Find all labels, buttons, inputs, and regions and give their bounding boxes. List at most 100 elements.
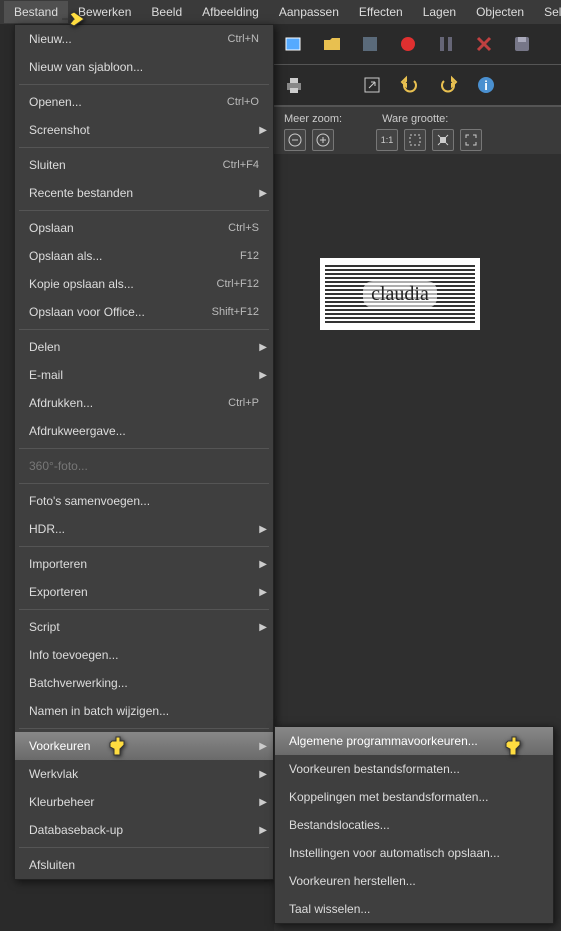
menu-item-shortcut: Ctrl+S (228, 222, 259, 234)
menu-item[interactable]: Afdrukken...Ctrl+P (15, 389, 273, 417)
chevron-right-icon: ▶ (259, 188, 267, 199)
menu-item-label: Batchverwerking... (29, 676, 128, 690)
canvas-logo-text: claudia (363, 281, 437, 308)
zoom-full-icon[interactable] (460, 129, 482, 151)
menu-separator (19, 847, 269, 848)
submenu-item-label: Algemene programmavoorkeuren... (289, 734, 478, 748)
menubar-item-afbeelding[interactable]: Afbeelding (192, 1, 269, 23)
menu-item[interactable]: Recente bestanden ▶ (15, 179, 273, 207)
zoom-actual-icon[interactable] (432, 129, 454, 151)
menubar-item-bewerken[interactable]: Bewerken (68, 1, 141, 23)
menu-item-shortcut: Ctrl+F12 (217, 278, 260, 290)
menu-item-label: Opslaan als... (29, 249, 102, 263)
menu-separator (19, 210, 269, 211)
toolbar-btn-1[interactable] (280, 30, 308, 58)
record-icon[interactable] (394, 30, 422, 58)
submenu-item[interactable]: Taal wisselen... (275, 895, 553, 923)
menu-item[interactable]: Openen...Ctrl+O (15, 88, 273, 116)
close-icon[interactable] (470, 30, 498, 58)
undo-icon[interactable] (396, 71, 424, 99)
chevron-right-icon: ▶ (259, 622, 267, 633)
chevron-right-icon: ▶ (259, 370, 267, 381)
menu-item-label: Exporteren (29, 585, 88, 599)
menu-item[interactable]: Delen▶ (15, 333, 273, 361)
menubar-item-beeld[interactable]: Beeld (141, 1, 192, 23)
stop-icon[interactable] (356, 30, 384, 58)
zoom-more-label: Meer zoom: (284, 113, 342, 125)
menu-item[interactable]: Namen in batch wijzigen... (15, 697, 273, 725)
chevron-right-icon: ▶ (259, 741, 267, 752)
svg-text:i: i (484, 78, 488, 93)
menu-item[interactable]: E-mail▶ (15, 361, 273, 389)
menu-item[interactable]: Batchverwerking... (15, 669, 273, 697)
zoom-fit-icon[interactable] (404, 129, 426, 151)
menu-item-shortcut: Ctrl+O (227, 96, 259, 108)
menu-separator (19, 448, 269, 449)
menu-item[interactable]: Databaseback-up▶ (15, 816, 273, 844)
resize-icon[interactable] (358, 71, 386, 99)
menubar-item-lagen[interactable]: Lagen (413, 1, 466, 23)
menu-item-shortcut: Ctrl+N (228, 33, 259, 45)
canvas-image[interactable]: claudia (320, 258, 480, 330)
menu-separator (19, 329, 269, 330)
menu-item[interactable]: Nieuw...Ctrl+N (15, 25, 273, 53)
menu-item-label: Foto's samenvoegen... (29, 494, 150, 508)
menu-item[interactable]: Info toevoegen... (15, 641, 273, 669)
submenu-item[interactable]: Instellingen voor automatisch opslaan... (275, 839, 553, 867)
menu-item[interactable]: OpslaanCtrl+S (15, 214, 273, 242)
menu-item[interactable]: Afdrukweergave... (15, 417, 273, 445)
menu-item-label: Delen (29, 340, 60, 354)
print-icon[interactable] (280, 71, 308, 99)
menu-item-label: Afdrukweergave... (29, 424, 126, 438)
submenu-item[interactable]: Bestandslocaties... (275, 811, 553, 839)
menubar-item-selecties[interactable]: Selecties (534, 1, 561, 23)
menubar-item-effecten[interactable]: Effecten (349, 1, 413, 23)
submenu-item[interactable]: Voorkeuren bestandsformaten... (275, 755, 553, 783)
submenu-item[interactable]: Algemene programmavoorkeuren... (275, 727, 553, 755)
menu-item-shortcut: Ctrl+F4 (223, 159, 259, 171)
menu-item[interactable]: Kopie opslaan als...Ctrl+F12 (15, 270, 273, 298)
menu-item: 360°-foto... (15, 452, 273, 480)
menu-separator (19, 609, 269, 610)
zoom-out-icon[interactable] (284, 129, 306, 151)
menu-item[interactable]: Werkvlak▶ (15, 760, 273, 788)
menu-item[interactable]: Exporteren▶ (15, 578, 273, 606)
menu-separator (19, 84, 269, 85)
redo-icon[interactable] (434, 71, 462, 99)
menu-item-label: Script (29, 620, 60, 634)
menu-item[interactable]: Nieuw van sjabloon... (15, 53, 273, 81)
menu-item[interactable]: HDR...▶ (15, 515, 273, 543)
menu-item-label: Opslaan voor Office... (29, 305, 145, 319)
chevron-right-icon: ▶ (259, 559, 267, 570)
zoom-in-icon[interactable] (312, 129, 334, 151)
menu-item-label: Recente bestanden (29, 186, 133, 200)
menubar-item-objecten[interactable]: Objecten (466, 1, 534, 23)
submenu-item-label: Bestandslocaties... (289, 818, 390, 832)
menubar-item-bestand[interactable]: Bestand (4, 1, 68, 23)
menu-item[interactable]: Opslaan als... F12 (15, 242, 273, 270)
menu-item-label: Werkvlak (29, 767, 78, 781)
menu-item[interactable]: Voorkeuren▶ (15, 732, 273, 760)
pause-icon[interactable] (432, 30, 460, 58)
menu-item[interactable]: Screenshot▶ (15, 116, 273, 144)
menu-item[interactable]: SluitenCtrl+F4 (15, 151, 273, 179)
menu-item[interactable]: Importeren▶ (15, 550, 273, 578)
submenu-item[interactable]: Koppelingen met bestandsformaten... (275, 783, 553, 811)
menu-item[interactable]: Foto's samenvoegen... (15, 487, 273, 515)
menu-item[interactable]: Afsluiten (15, 851, 273, 879)
open-folder-icon[interactable] (318, 30, 346, 58)
save-icon[interactable] (508, 30, 536, 58)
menu-separator (19, 147, 269, 148)
zoom-1to1-icon[interactable]: 1:1 (376, 129, 398, 151)
submenu-item[interactable]: Voorkeuren herstellen... (275, 867, 553, 895)
zoom-ware-label: Ware grootte: (382, 113, 448, 125)
menu-item[interactable]: Opslaan voor Office...Shift+F12 (15, 298, 273, 326)
menu-item-shortcut: F12 (240, 250, 259, 262)
menu-separator (19, 728, 269, 729)
menu-separator (19, 546, 269, 547)
menu-item[interactable]: Kleurbeheer▶ (15, 788, 273, 816)
menubar-item-aanpassen[interactable]: Aanpassen (269, 1, 349, 23)
menu-item[interactable]: Script ▶ (15, 613, 273, 641)
info-icon[interactable]: i (472, 71, 500, 99)
menu-item-label: 360°-foto... (29, 459, 88, 473)
